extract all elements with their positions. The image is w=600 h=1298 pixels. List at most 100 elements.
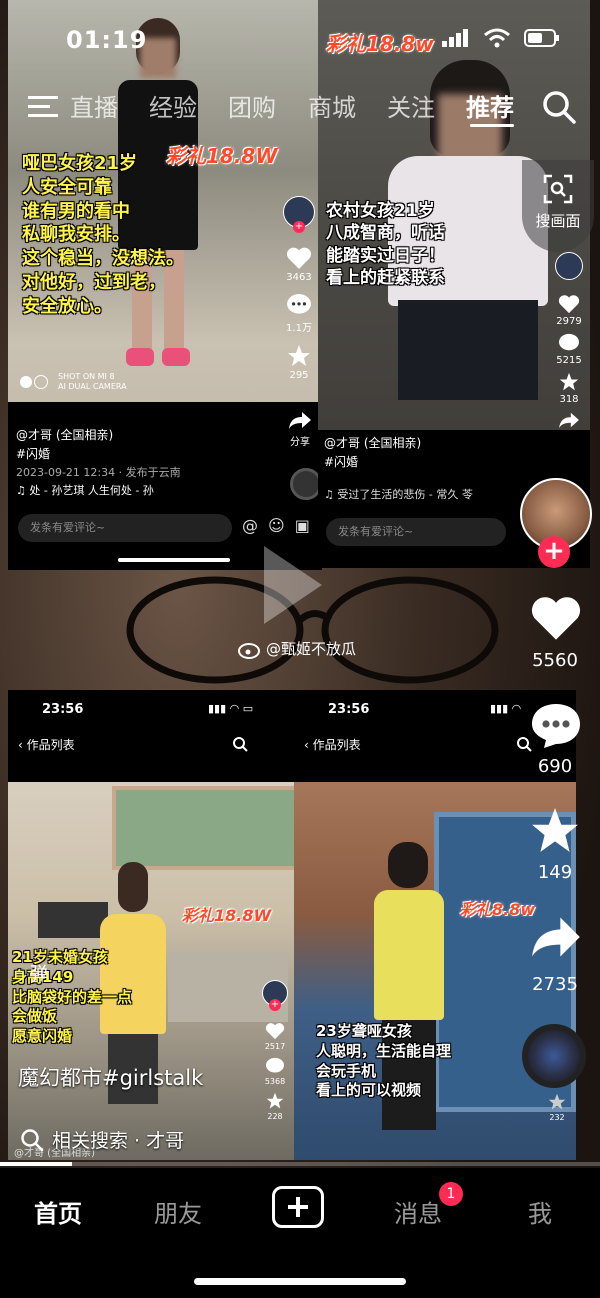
comment-count: 1.1万 [286,323,312,334]
caption-line: 哑巴女孩21岁 [22,153,138,174]
top-nav: 直播 经验 团购 商城 关注 推荐 [0,88,600,128]
author-avatar[interactable] [555,252,583,280]
star-icon[interactable] [286,344,312,368]
heart-icon[interactable] [558,294,580,314]
signal-icon [442,29,468,47]
image-scan-icon [543,174,573,204]
watermark-text: @甄姬不放瓜 [266,640,357,658]
battery-icon [524,29,559,47]
hashtag-link[interactable]: #闪婚 [16,445,181,464]
progress-bar[interactable] [0,1162,600,1166]
search-icon[interactable] [542,90,576,124]
favorite-count: 295 [289,370,309,381]
author-avatar[interactable]: + [283,196,315,233]
heart-icon[interactable] [530,594,582,642]
topic-label[interactable]: 魔幻都市#girlstalk [18,1062,203,1092]
related-search-text: 相关搜索 · 才哥 [52,1130,185,1152]
image-icon[interactable]: ▣ [295,516,310,535]
panel-status-icons: ▮▮▮ ◠ [490,702,522,715]
status-time: 01:19 [66,26,148,54]
comment-input[interactable]: 发条有爱评论~ [18,514,232,542]
caption-line: 人聪明，生活能自理 [316,1041,452,1060]
favorite-count: 228 [267,1112,283,1121]
caption-line: 八成智商，听话 [326,223,445,244]
emoji-icon[interactable]: ☺ [268,516,285,535]
bride-price-tag: 彩礼18.8W [182,906,272,925]
video-card-top-left[interactable]: 彩礼18.8W 哑巴女孩21岁 人安全可靠 谁有男的看中 私聊我安排。 这个稳当… [8,0,322,570]
tab-messages[interactable]: 消息 [394,1194,442,1229]
back-label: 作品列表 [312,738,361,752]
video-caption: 23岁聋哑女孩 人聪明，生活能自理 会玩手机 看上的可以视频 [316,1022,451,1101]
back-button[interactable]: ‹ 作品列表 [304,736,361,753]
tab-mall[interactable]: 商城 [308,88,356,123]
share-button[interactable]: 分享 [288,410,312,448]
music-disc-avatar[interactable] [522,1024,586,1088]
tab-following[interactable]: 关注 [387,88,435,123]
hashtag-link[interactable]: #闪婚 [324,453,473,472]
author-avatar[interactable]: + [262,980,288,1011]
caption-line: 会玩手机 [316,1061,377,1080]
caption-line: 能踏实过日子！ [326,245,445,266]
tab-live[interactable]: 直播 [70,88,118,123]
caption-line: 愿意闪婚 [12,1027,73,1046]
message-badge: 1 [439,1182,463,1206]
comment-count: 5215 [556,355,582,366]
caption-line: 23岁聋哑女孩 [316,1022,412,1040]
author-name[interactable]: @才哥 (全国相亲) [324,434,473,453]
weibo-icon [238,642,260,659]
comment-icon[interactable] [286,293,312,317]
panel-actions: 2979 5215 318 分享 [552,252,586,456]
caption-line: 农村女孩21岁 [326,201,435,221]
heart-icon[interactable] [265,1022,285,1040]
menu-icon[interactable] [28,94,58,118]
comment-icon[interactable] [265,1057,285,1075]
favorite-count: 232 [549,1113,565,1122]
like-count: 3463 [286,272,312,283]
mention-icon[interactable]: @ [242,516,258,535]
comment-input[interactable]: 发条有爱评论~ [326,518,506,546]
author-name[interactable]: @才哥 (全国相亲) [16,426,181,445]
wifi-icon [484,28,510,48]
camera-line: SHOT ON MI 8 [58,372,115,381]
tab-experience[interactable]: 经验 [149,88,197,123]
caption-line: 谁有男的看中 [22,200,130,222]
video-caption: 哑巴女孩21岁 人安全可靠 谁有男的看中 私聊我安排。 这个稳当，没想法。 对他… [22,152,184,318]
comment-icon[interactable] [530,702,582,750]
star-icon[interactable] [558,372,580,392]
search-icon[interactable] [232,736,248,752]
tab-groupbuy[interactable]: 团购 [228,88,276,123]
bride-price-tag: 彩礼8.8w [460,900,536,919]
search-image-button[interactable]: 搜画面 [522,160,594,252]
heart-icon[interactable] [286,246,312,270]
camera-watermark: SHOT ON MI 8 AI DUAL CAMERA [20,372,127,393]
comment-icon[interactable] [558,333,580,353]
caption-line: 比脑袋好的差一点 [12,987,133,1006]
star-icon[interactable] [547,1093,567,1111]
star-icon[interactable] [265,1092,285,1110]
comment-count: 5368 [264,1077,286,1086]
caption-line: 对他好，过到老， [22,271,166,293]
active-tab-indicator [470,124,514,127]
music-info[interactable]: ♫ 处 - 孙艺琪 人生何处 - 孙 [16,482,181,500]
tab-me[interactable]: 我 [528,1194,552,1229]
post-meta: @才哥 (全国相亲) #闪婚 2023-09-21 12:34 · 发布于云南 … [16,426,181,500]
play-icon[interactable] [258,540,328,630]
share-arrow-icon[interactable] [530,914,582,960]
share-icon[interactable] [558,411,580,429]
create-button[interactable] [272,1186,324,1228]
tab-home[interactable]: 首页 [34,1194,82,1229]
video-caption: 农村女孩21岁 八成智商，听话 能踏实过日子！ 看上的赶紧联系 [326,200,445,290]
share-count: 2735 [532,974,578,995]
music-info[interactable]: ♫ 受过了生活的悲伤 - 常久 苓 [324,486,473,504]
related-search-bar[interactable]: 相关搜索 · 才哥 [20,1126,184,1153]
tab-friends[interactable]: 朋友 [154,1194,202,1229]
home-indicator [118,558,230,562]
tab-recommend[interactable]: 推荐 [466,88,514,123]
caption-line: 人安全可靠 [22,176,112,198]
plus-icon [288,1197,308,1217]
share-icon [289,412,311,429]
caption-line: 看上的可以视频 [316,1081,422,1100]
favorite-star-icon[interactable] [530,806,580,856]
follow-button[interactable]: + [538,536,570,568]
back-button[interactable]: ‹ 作品列表 [18,736,75,753]
